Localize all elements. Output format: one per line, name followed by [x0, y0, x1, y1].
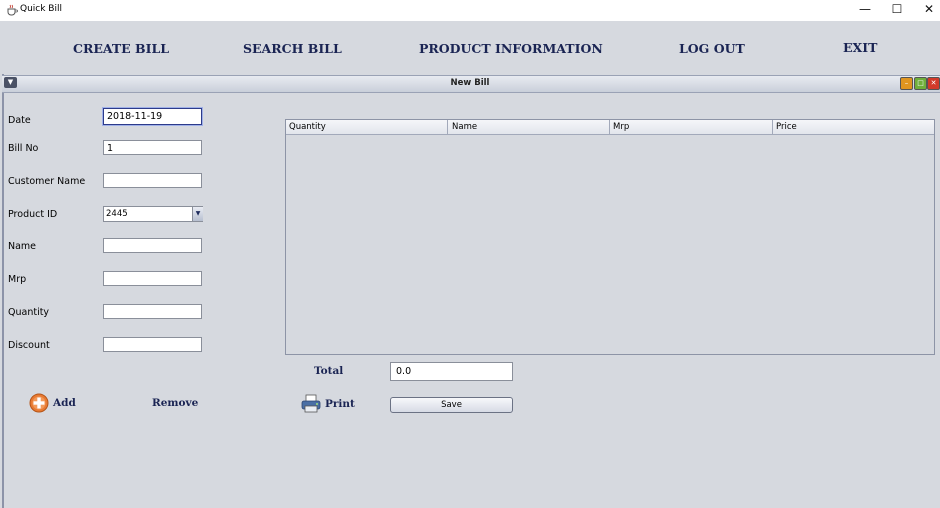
bill-no-label: Bill No: [8, 143, 39, 154]
menu-product-information[interactable]: PRODUCT INFORMATION: [419, 41, 603, 56]
column-header-price[interactable]: Price: [776, 122, 797, 132]
frame-minimize-icon[interactable]: –: [900, 77, 913, 90]
mrp-field[interactable]: [103, 271, 202, 286]
print-button[interactable]: Print: [325, 398, 355, 410]
column-header-quantity[interactable]: Quantity: [289, 122, 326, 132]
column-divider: [447, 120, 448, 134]
column-divider: [609, 120, 610, 134]
close-window-button[interactable]: ✕: [913, 0, 940, 20]
customer-name-field[interactable]: [103, 173, 202, 188]
table-header: [286, 120, 934, 135]
product-id-label: Product ID: [8, 209, 58, 220]
quantity-field[interactable]: [103, 304, 202, 319]
frame-close-icon[interactable]: ✕: [927, 77, 940, 90]
date-field[interactable]: 2018-11-19: [103, 108, 202, 125]
date-label: Date: [8, 115, 31, 126]
remove-button[interactable]: Remove: [152, 397, 198, 409]
window-title: Quick Bill: [20, 4, 62, 14]
mrp-label: Mrp: [8, 274, 27, 285]
product-id-select[interactable]: 2445: [103, 206, 203, 222]
quantity-label: Quantity: [8, 307, 50, 318]
column-header-name[interactable]: Name: [452, 122, 477, 132]
frame-maximize-icon[interactable]: □: [914, 77, 927, 90]
column-header-mrp[interactable]: Mrp: [613, 122, 629, 132]
chevron-down-icon[interactable]: ▼: [192, 207, 203, 221]
menu-create-bill[interactable]: CREATE BILL: [73, 41, 169, 56]
maximize-button[interactable]: ☐: [881, 0, 913, 20]
add-button[interactable]: Add: [53, 397, 76, 409]
name-field[interactable]: [103, 238, 202, 253]
total-field[interactable]: 0.0: [390, 362, 513, 381]
menu-search-bill[interactable]: SEARCH BILL: [243, 41, 342, 56]
minimize-button[interactable]: —: [849, 0, 881, 20]
total-label: Total: [314, 365, 344, 377]
menu-log-out[interactable]: LOG OUT: [679, 41, 745, 56]
save-button[interactable]: Save: [390, 397, 513, 413]
discount-label: Discount: [8, 340, 50, 351]
customer-name-label: Customer Name: [8, 176, 86, 187]
discount-field[interactable]: [103, 337, 202, 352]
frame-title: New Bill: [450, 78, 490, 88]
printer-icon[interactable]: [300, 394, 322, 414]
name-label: Name: [8, 241, 37, 252]
bill-items-table[interactable]: [285, 119, 935, 355]
bill-no-field[interactable]: 1: [103, 140, 202, 155]
menu-exit[interactable]: EXIT: [843, 40, 877, 55]
java-cup-icon: [6, 4, 18, 16]
plus-circle-icon[interactable]: [29, 393, 49, 413]
title-bar: [0, 0, 940, 21]
column-divider: [772, 120, 773, 134]
